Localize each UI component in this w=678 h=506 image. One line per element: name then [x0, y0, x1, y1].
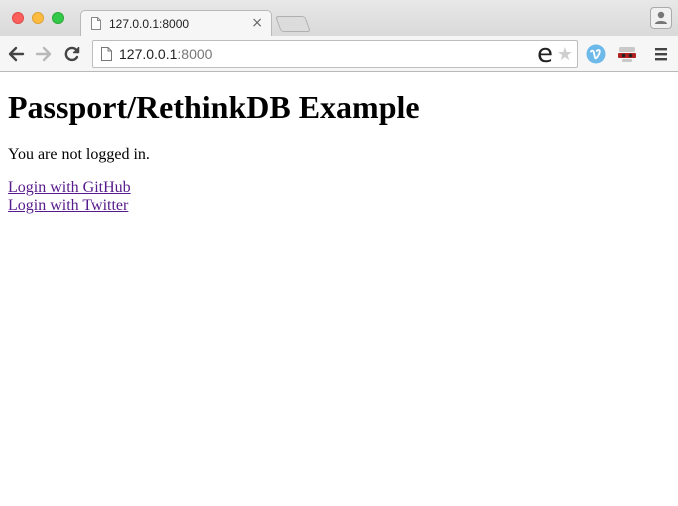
browser-toolbar: 127.0.0.1:8000 e ★ [0, 36, 678, 72]
incognito-extension-icon[interactable] [617, 44, 637, 64]
url-host: 127.0.0.1 [119, 46, 178, 62]
bookmark-star-icon[interactable]: ★ [557, 44, 573, 65]
login-status-text: You are not logged in. [8, 146, 150, 163]
page-icon [101, 47, 112, 61]
hamburger-menu-icon[interactable] [651, 44, 671, 64]
zoom-window-button[interactable] [52, 12, 64, 24]
back-arrow-icon[interactable] [6, 44, 26, 64]
vimeo-extension-icon[interactable] [586, 44, 606, 64]
login-github-link[interactable]: Login with GitHub [8, 179, 131, 197]
minimize-window-button[interactable] [32, 12, 44, 24]
person-icon [655, 11, 667, 24]
tab-title: 127.0.0.1:8000 [109, 17, 190, 31]
profile-button[interactable] [650, 7, 672, 29]
tab-close-icon[interactable]: × [251, 15, 263, 31]
reload-icon[interactable] [62, 44, 82, 64]
login-twitter-link[interactable]: Login with Twitter [8, 197, 128, 215]
url-text[interactable]: 127.0.0.1:8000 [119, 46, 212, 62]
login-links: Login with GitHub Login with Twitter [8, 179, 670, 215]
url-port: :8000 [177, 46, 213, 62]
page-content: Passport/RethinkDB Example You are not l… [0, 72, 678, 223]
page-title: Passport/RethinkDB Example [8, 89, 420, 125]
forward-arrow-icon[interactable] [34, 44, 54, 64]
tab-strip: 127.0.0.1:8000 × [0, 0, 678, 37]
address-bar[interactable]: 127.0.0.1:8000 e ★ [92, 39, 578, 69]
browser-tab[interactable]: 127.0.0.1:8000 × [80, 10, 272, 37]
extension-e-icon[interactable]: e [537, 39, 553, 69]
new-tab-button[interactable] [275, 16, 311, 32]
close-window-button[interactable] [12, 12, 24, 24]
page-icon [91, 17, 101, 30]
